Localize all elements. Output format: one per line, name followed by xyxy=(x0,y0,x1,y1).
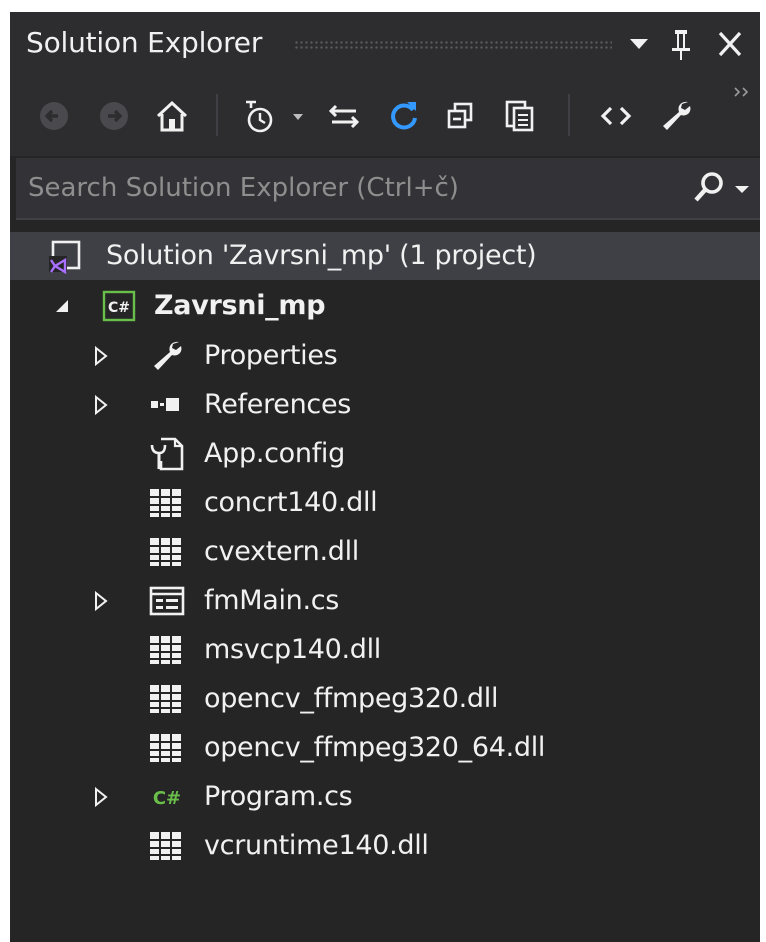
panel-title: Solution Explorer xyxy=(26,26,263,59)
view-code-button[interactable] xyxy=(594,94,638,138)
tree-item-label: fmMain.cs xyxy=(204,585,340,616)
filter-dropdown-button[interactable] xyxy=(284,94,312,138)
tree-item-label: References xyxy=(204,389,352,420)
properties-button[interactable] xyxy=(654,94,698,138)
dll-icon xyxy=(146,826,188,866)
back-icon xyxy=(40,102,68,130)
show-all-files-icon xyxy=(505,100,534,132)
search-button[interactable] xyxy=(688,170,728,206)
collapsed-arrow-icon[interactable] xyxy=(86,338,116,374)
tree-item-dll[interactable]: opencv_ffmpeg320_64.dll xyxy=(10,724,760,772)
references-icon xyxy=(146,385,188,425)
tree-item-properties[interactable]: Properties xyxy=(10,332,760,380)
config-file-icon xyxy=(146,434,188,474)
sync-with-active-document-icon xyxy=(328,104,360,129)
tree-item-dll[interactable]: cvextern.dll xyxy=(10,528,760,576)
tree-item-label: vcruntime140.dll xyxy=(204,830,429,861)
csharp-project-icon: C# xyxy=(98,286,140,326)
form-icon xyxy=(146,581,188,621)
dll-icon xyxy=(146,483,188,523)
expanded-arrow-icon[interactable] xyxy=(48,288,78,324)
svg-text:C#: C# xyxy=(108,300,130,316)
search-icon xyxy=(694,172,723,202)
tree-item-dll[interactable]: opencv_ffmpeg320.dll xyxy=(10,675,760,723)
tree-item-dll[interactable]: msvcp140.dll xyxy=(10,626,760,674)
tree-item-fmmain[interactable]: fmMain.cs xyxy=(10,577,760,625)
tree-item-app-config[interactable]: App.config xyxy=(10,430,760,478)
forward-button[interactable] xyxy=(92,94,136,138)
chevron-down-icon xyxy=(293,114,303,120)
tree-item-dll[interactable]: vcruntime140.dll xyxy=(10,822,760,870)
collapse-all-button[interactable] xyxy=(438,94,482,138)
close-icon xyxy=(718,31,742,57)
collapsed-arrow-icon[interactable] xyxy=(86,583,116,619)
toolbar-separator xyxy=(216,94,218,136)
pending-changes-filter-icon xyxy=(246,100,273,133)
back-button[interactable] xyxy=(32,94,76,138)
tree-item-label: opencv_ffmpeg320.dll xyxy=(204,683,499,714)
toolbar-separator xyxy=(568,94,570,136)
solution-explorer-panel: Solution Explorer Search Solution Explor… xyxy=(10,12,760,942)
tree-item-project[interactable]: C# Zavrsni_mp xyxy=(10,282,760,330)
tree-item-label: msvcp140.dll xyxy=(204,634,381,665)
collapse-all-icon xyxy=(447,102,473,129)
dll-icon xyxy=(146,532,188,572)
toolbar-overflow-button[interactable] xyxy=(730,82,754,102)
wrench-icon xyxy=(146,336,188,376)
tree-item-program[interactable]: C# Program.cs xyxy=(10,773,760,821)
properties-wrench-icon xyxy=(663,101,691,130)
home-icon xyxy=(156,100,188,132)
window-position-dropdown-button[interactable] xyxy=(622,24,656,64)
tree-item-label: Zavrsni_mp xyxy=(154,290,326,321)
search-options-dropdown[interactable] xyxy=(732,170,756,206)
dll-icon xyxy=(146,679,188,719)
tree-item-solution[interactable]: Solution 'Zavrsni_mp' (1 project) xyxy=(10,232,760,280)
title-bar: Solution Explorer xyxy=(10,12,760,78)
title-drag-grip[interactable] xyxy=(294,40,612,50)
tree-item-label: Properties xyxy=(204,340,338,371)
solution-icon xyxy=(44,236,86,276)
home-button[interactable] xyxy=(150,94,194,138)
auto-hide-pin-button[interactable] xyxy=(664,24,698,64)
show-all-files-button[interactable] xyxy=(498,94,542,138)
tree-item-references[interactable]: References xyxy=(10,381,760,429)
tree-item-label: cvextern.dll xyxy=(204,536,359,567)
pending-changes-filter-button[interactable] xyxy=(238,94,288,138)
dll-icon xyxy=(146,630,188,670)
pin-icon xyxy=(672,30,690,60)
search-box xyxy=(16,158,760,220)
svg-text:C#: C# xyxy=(153,788,181,809)
refresh-button[interactable] xyxy=(382,94,426,138)
forward-icon xyxy=(100,102,128,130)
collapsed-arrow-icon[interactable] xyxy=(86,387,116,423)
close-button[interactable] xyxy=(710,24,750,64)
toolbar xyxy=(10,78,760,156)
overflow-chevrons-icon xyxy=(734,87,749,97)
tree-item-label: concrt140.dll xyxy=(204,487,378,518)
chevron-down-icon xyxy=(630,39,648,49)
refresh-icon xyxy=(391,102,417,130)
tree-item-label: Solution 'Zavrsni_mp' (1 project) xyxy=(106,240,537,271)
tree-item-label: Program.cs xyxy=(204,781,353,812)
view-code-icon xyxy=(600,106,632,126)
sync-with-active-document-button[interactable] xyxy=(322,94,366,138)
tree-item-label: App.config xyxy=(204,438,345,469)
dll-icon xyxy=(146,728,188,768)
chevron-down-icon xyxy=(735,186,749,193)
tree-item-dll[interactable]: concrt140.dll xyxy=(10,479,760,527)
csharp-file-icon: C# xyxy=(146,777,188,817)
collapsed-arrow-icon[interactable] xyxy=(86,779,116,815)
search-input[interactable] xyxy=(16,158,666,218)
tree-item-label: opencv_ffmpeg320_64.dll xyxy=(204,732,546,763)
